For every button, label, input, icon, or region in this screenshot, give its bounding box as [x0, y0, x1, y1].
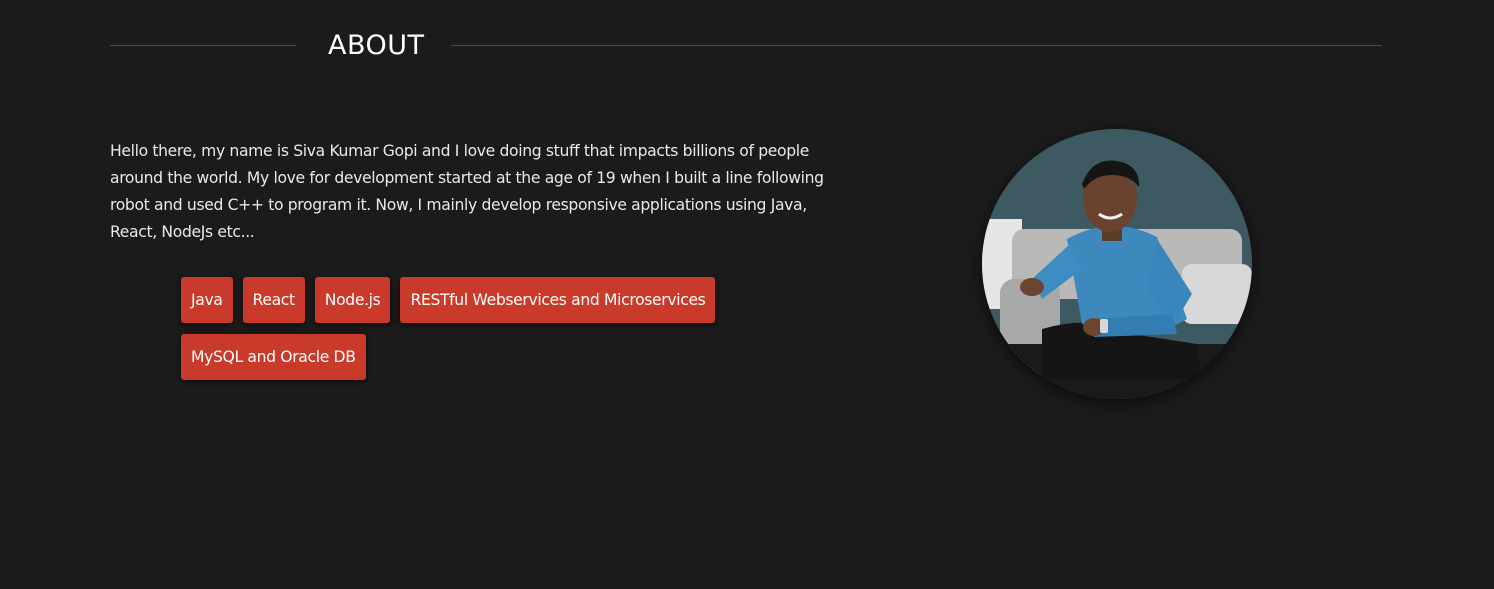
- skill-badge-java[interactable]: Java: [181, 277, 233, 323]
- header-divider-left: [110, 45, 296, 46]
- section-header: ABOUT: [110, 26, 1382, 66]
- bio-paragraph: Hello there, my name is Siva Kumar Gopi …: [110, 142, 824, 241]
- header-divider-right: [451, 45, 1382, 46]
- section-title: ABOUT: [328, 30, 425, 61]
- skills-list: Java React Node.js RESTful Webservices a…: [181, 277, 741, 380]
- skill-badge-restful[interactable]: RESTful Webservices and Microservices: [400, 277, 716, 323]
- skill-badge-react[interactable]: React: [242, 277, 305, 323]
- skill-badge-mysql-oracle[interactable]: MySQL and Oracle DB: [181, 334, 366, 380]
- profile-photo: [982, 129, 1252, 399]
- skill-badge-nodejs[interactable]: Node.js: [314, 277, 391, 323]
- about-section: ABOUT Hello there, my name is Siva Kumar…: [0, 0, 1494, 589]
